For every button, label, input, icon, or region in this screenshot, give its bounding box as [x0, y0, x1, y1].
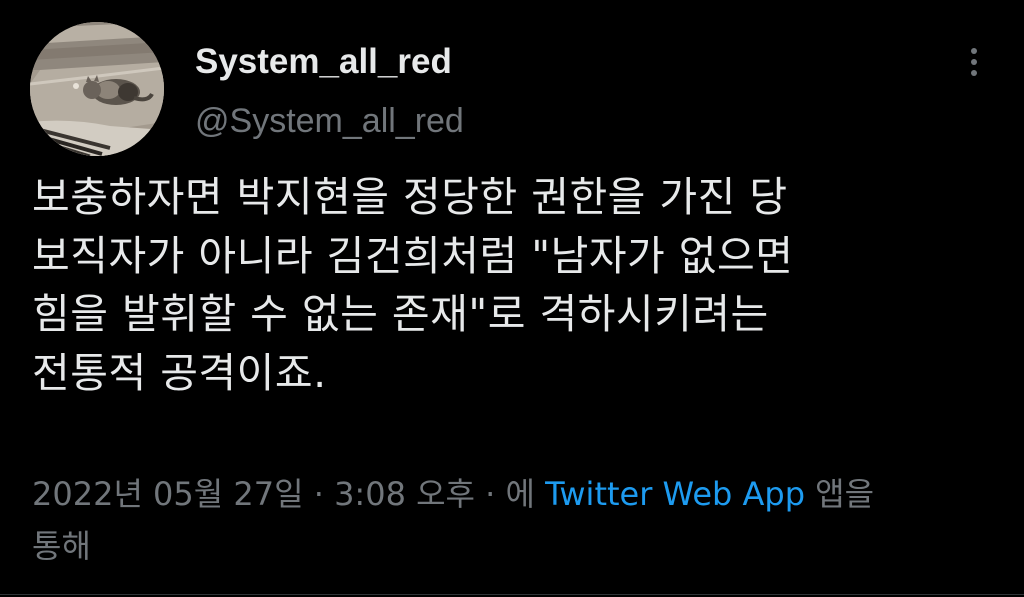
- author-handle[interactable]: @System_all_red: [195, 100, 464, 142]
- more-vertical-icon-dot: [971, 59, 977, 65]
- tweet-text: 보충하자면 박지현을 정당한 권한을 가진 당 보직자가 아니라 김건희처럼 "…: [32, 168, 1002, 402]
- cat-photo-avatar-image: [30, 22, 164, 156]
- more-vertical-icon-dot: [971, 70, 977, 76]
- tweet-text-line: 전통적 공격이죠.: [32, 348, 327, 397]
- more-options-button[interactable]: [956, 40, 992, 84]
- tweet-metadata-line: 2022년 05월 27일 · 3:08 오후 · 에 Twitter Web …: [32, 468, 997, 520]
- meta-separator: ·: [474, 475, 506, 513]
- author-display-name[interactable]: System_all_red: [195, 40, 452, 84]
- divider: [0, 594, 1024, 595]
- tweet-text-line: 보직자가 아니라 김건희처럼 "남자가 없으면: [32, 231, 794, 280]
- tweet-text-line: 보충하자면 박지현을 정당한 권한을 가진 당: [32, 173, 788, 221]
- source-app-link[interactable]: Twitter Web App: [545, 475, 805, 513]
- tweet-time[interactable]: 3:08 오후: [334, 475, 475, 513]
- tweet-text-line: 힘을 발휘할 수 없는 존재"로 격하시키려는: [32, 290, 769, 338]
- avatar[interactable]: [30, 22, 164, 156]
- tweet-detail: System_all_red @System_all_red 보충하자면 박지현…: [0, 0, 1024, 597]
- meta-separator: ·: [303, 475, 335, 513]
- tweet-metadata-continuation: 통해: [32, 527, 91, 565]
- tweet-date[interactable]: 2022년 05월 27일: [32, 475, 304, 513]
- source-suffix: 앱을: [805, 475, 875, 513]
- tweet-metadata: 2022년 05월 27일 · 3:08 오후 · 에 Twitter Web …: [32, 468, 997, 572]
- source-prefix: 에: [505, 475, 546, 513]
- more-vertical-icon: [971, 48, 977, 54]
